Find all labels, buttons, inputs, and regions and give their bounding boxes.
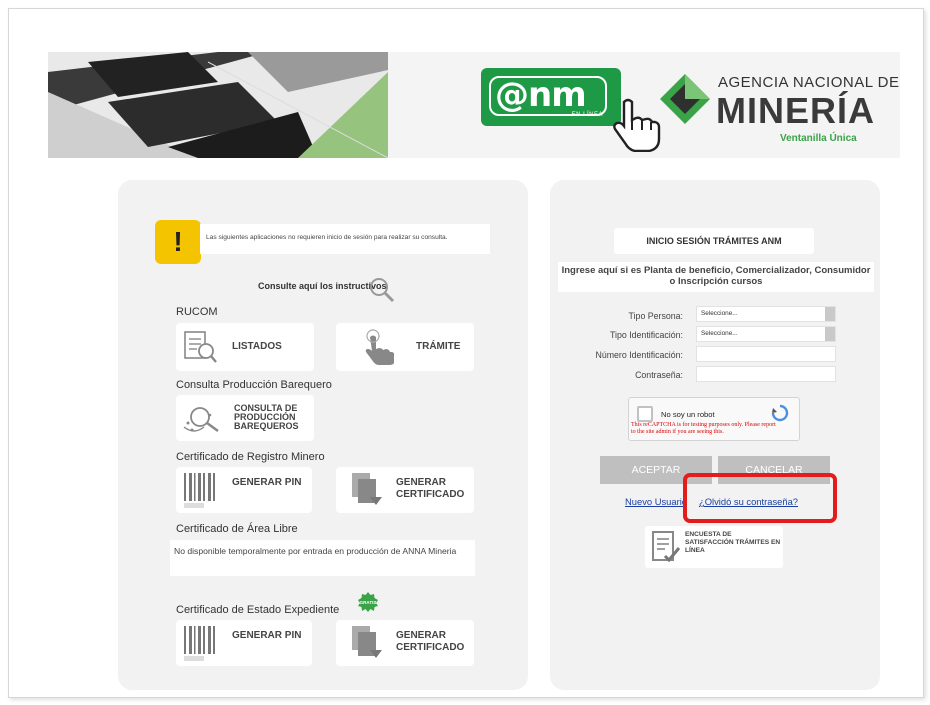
tipo-persona-label: Tipo Persona: <box>628 311 683 321</box>
listados-button[interactable]: LISTADOS <box>176 323 314 371</box>
registro-generar-pin-button[interactable]: GENERAR PIN <box>176 467 312 513</box>
rucom-title: RUCOM <box>176 306 218 318</box>
estado-expediente-title: Certificado de Estado Expediente <box>176 604 340 616</box>
ventanilla-unica: Ventanilla Única <box>780 133 857 144</box>
recaptcha-checkbox[interactable] <box>637 406 653 422</box>
notice-text: Las siguientes aplicaciones no requieren… <box>206 234 448 241</box>
area-libre-note: No disponible temporalmente por entrada … <box>170 540 475 576</box>
recaptcha-widget: No soy un robot This reCAPTCHA is for te… <box>628 397 800 441</box>
recaptcha-logo-icon <box>771 404 789 422</box>
agency-logo: AGENCIA NACIONAL DE MINERÍA Ventanilla Ú… <box>660 70 900 150</box>
expediente-pin-label: GENERAR PIN <box>232 630 302 641</box>
listados-label: LISTADOS <box>232 341 282 352</box>
registro-minero-title: Certificado de Registro Minero <box>176 451 325 463</box>
registro-generar-certificado-button[interactable]: GENERAR CERTIFICADO <box>336 467 474 513</box>
search-icon[interactable] <box>368 276 396 304</box>
certificate-download-icon <box>352 473 382 505</box>
new-user-link[interactable]: Nuevo Usuario <box>625 496 687 507</box>
chevron-down-icon <box>825 327 835 341</box>
survey-label: ENCUESTA DE SATISFACCIÓN TRÁMITES EN LÍN… <box>685 531 781 554</box>
document-search-icon <box>184 331 217 363</box>
barequero-title: Consulta Producción Barequero <box>176 379 332 391</box>
area-libre-note-text: No disponible temporalmente por entrada … <box>174 546 457 556</box>
password-label: Contraseña: <box>635 370 683 380</box>
highlight-box <box>683 473 837 523</box>
barcode-icon <box>184 626 215 661</box>
password-input[interactable] <box>696 366 836 382</box>
tipo-identificacion-label: Tipo Identificación: <box>609 330 683 340</box>
login-description: Ingrese aquí si es Planta de beneficio, … <box>561 265 871 287</box>
anm-logo-sub: EN LÍNEA <box>571 112 603 118</box>
diamond-logo-icon <box>660 74 710 124</box>
anm-online-logo[interactable]: @nm EN LÍNEA <box>481 68 621 126</box>
consulta-barequeros-label: CONSULTA DE PRODUCCIÓN BAREQUEROS <box>234 403 299 431</box>
login-description-box: Ingrese aquí si es Planta de beneficio, … <box>558 262 874 292</box>
tipo-persona-select[interactable]: Seleccione... <box>696 306 836 322</box>
survey-button[interactable]: ENCUESTA DE SATISFACCIÓN TRÁMITES EN LÍN… <box>645 526 783 568</box>
registro-certificado-label: GENERAR CERTIFICADO <box>396 477 465 500</box>
certificate-download-icon <box>352 626 382 658</box>
recaptcha-warning: This reCAPTCHA is for testing purposes o… <box>631 422 776 435</box>
warning-icon: ! <box>155 220 201 264</box>
touch-hand-icon <box>365 329 394 365</box>
keyboard-image <box>48 52 388 158</box>
gold-panning-icon <box>183 407 219 432</box>
gratis-badge-icon: GRATIS <box>358 592 378 612</box>
consulta-barequeros-button[interactable]: CONSULTA DE PRODUCCIÓN BAREQUEROS <box>176 395 314 441</box>
expediente-certificado-label: GENERAR CERTIFICADO <box>396 630 465 653</box>
numero-identificacion-input[interactable] <box>696 346 836 362</box>
numero-identificacion-label: Número Identificación: <box>595 350 683 360</box>
anm-logo-text: @nm <box>495 75 587 115</box>
recaptcha-label: No soy un robot <box>661 410 715 419</box>
registro-pin-label: GENERAR PIN <box>232 477 302 488</box>
expediente-generar-pin-button[interactable]: GENERAR PIN <box>176 620 312 666</box>
agency-name-line2: MINERÍA <box>716 90 875 131</box>
area-libre-title: Certificado de Área Libre <box>176 523 298 535</box>
hand-pointer-icon <box>613 98 661 152</box>
tipo-identificacion-select[interactable]: Seleccione... <box>696 326 836 342</box>
login-title-box: INICIO SESIÓN TRÁMITES ANM <box>614 228 814 254</box>
chevron-down-icon <box>825 307 835 321</box>
notice-box: Las siguientes aplicaciones no requieren… <box>200 224 490 254</box>
tipo-identificacion-value: Seleccione... <box>701 330 738 337</box>
gratis-badge-text: GRATIS <box>360 600 377 605</box>
agency-name-line1: AGENCIA NACIONAL DE <box>718 74 900 91</box>
login-title: INICIO SESIÓN TRÁMITES ANM <box>646 236 782 246</box>
tipo-persona-value: Seleccione... <box>701 310 738 317</box>
tramite-button[interactable]: TRÁMITE <box>336 323 474 371</box>
barcode-icon <box>184 473 215 508</box>
tramite-label: TRÁMITE <box>416 341 461 352</box>
expediente-generar-certificado-button[interactable]: GENERAR CERTIFICADO <box>336 620 474 666</box>
survey-checklist-icon <box>652 531 681 563</box>
header-banner: @nm EN LÍNEA AGENCIA NACIONAL DE MINERÍA… <box>48 52 900 158</box>
